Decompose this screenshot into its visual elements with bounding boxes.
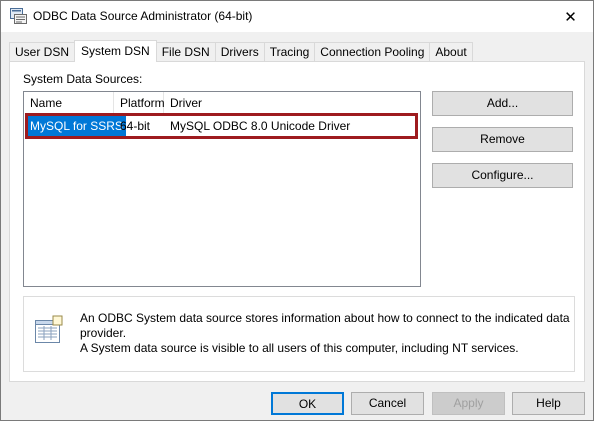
odbc-app-icon [10,8,27,24]
info-line-2: A System data source is visible to all u… [80,341,519,355]
help-button[interactable]: Help [512,392,585,415]
tab-connection-pooling[interactable]: Connection Pooling [314,42,431,62]
data-sources-list[interactable]: Name Platform Driver MySQL for SSRS 64-b… [23,91,421,287]
close-button[interactable]: ✕ [548,1,593,32]
list-row[interactable]: MySQL for SSRS 64-bit MySQL ODBC 8.0 Uni… [24,115,420,137]
row-platform: 64-bit [120,119,151,133]
apply-button[interactable]: Apply [432,392,505,415]
title-bar: ODBC Data Source Administrator (64-bit) … [1,1,593,32]
tab-tracing[interactable]: Tracing [263,42,316,62]
info-text: An ODBC System data source stores inform… [80,311,570,356]
tab-user-dsn[interactable]: User DSN [9,42,76,62]
list-header: Name Platform Driver [24,92,420,114]
row-name[interactable]: MySQL for SSRS [27,115,126,137]
configure-button[interactable]: Configure... [432,163,573,188]
tab-about[interactable]: About [429,42,473,62]
tab-system-dsn[interactable]: System DSN [74,40,157,62]
close-icon: ✕ [564,8,577,26]
tab-strip: User DSN System DSN File DSN Drivers Tra… [9,40,473,62]
column-header-platform[interactable]: Platform [114,92,165,114]
section-label: System Data Sources: [23,72,143,86]
data-source-icon [35,315,63,343]
odbc-admin-window: ODBC Data Source Administrator (64-bit) … [0,0,594,421]
row-driver: MySQL ODBC 8.0 Unicode Driver [170,119,351,133]
column-header-name[interactable]: Name [24,92,114,114]
ok-button[interactable]: OK [271,392,344,415]
info-box: An ODBC System data source stores inform… [23,296,575,372]
tab-drivers[interactable]: Drivers [214,42,265,62]
tab-file-dsn[interactable]: File DSN [155,42,216,62]
system-dsn-panel: System Data Sources: Name Platform Drive… [9,61,585,382]
add-button[interactable]: Add... [432,91,573,116]
cancel-button[interactable]: Cancel [351,392,424,415]
info-line-1: An ODBC System data source stores inform… [80,311,570,340]
remove-button[interactable]: Remove [432,127,573,152]
window-title: ODBC Data Source Administrator (64-bit) [33,9,253,23]
column-header-driver[interactable]: Driver [164,92,420,114]
